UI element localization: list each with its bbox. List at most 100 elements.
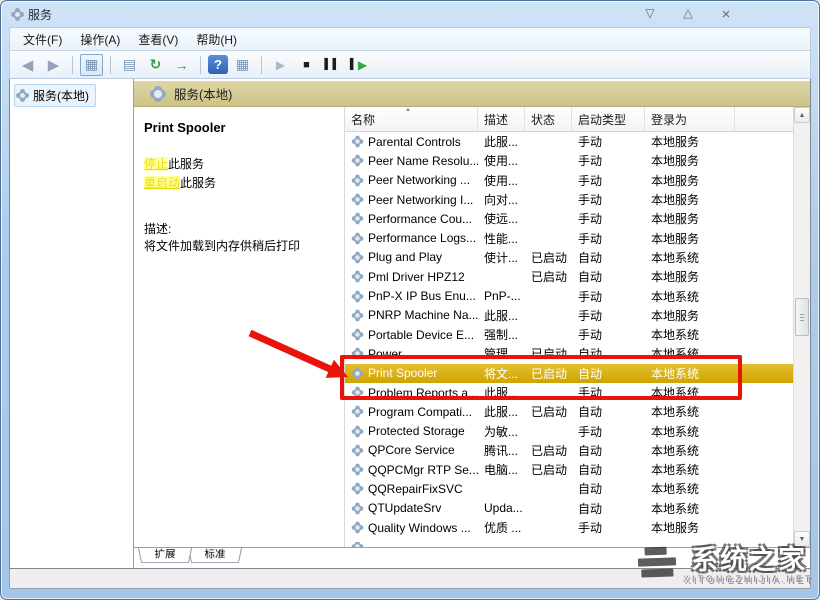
cell-logon: 本地服务 (645, 152, 735, 169)
cell-name: Performance Cou... (345, 212, 478, 226)
cell-desc: 性能... (478, 230, 525, 247)
cell-logon: 本地系统 (645, 288, 735, 305)
menu-action[interactable]: 操作(A) (71, 28, 129, 51)
table-row[interactable]: PnP-X IP Bus Enu...PnP-...手动本地系统 (345, 286, 793, 305)
table-row[interactable]: Performance Logs...性能...手动本地服务 (345, 228, 793, 247)
cell-desc: 强制... (478, 326, 525, 343)
cell-startup: 自动 (572, 345, 645, 362)
service-gear-icon (353, 427, 361, 435)
play-icon[interactable]: ▶ (269, 54, 292, 76)
table-row[interactable]: Portable Device E...强制...手动本地系统 (345, 325, 793, 344)
cell-desc: 此服... (478, 307, 525, 324)
table-row[interactable]: Peer Networking I...向对...手动本地服务 (345, 190, 793, 209)
maximize-button[interactable]: △ (677, 6, 699, 23)
scroll-up-icon[interactable]: ▲ (794, 107, 810, 123)
cell-desc: Upda... (478, 501, 525, 515)
table-row[interactable]: Parental Controls此服...手动本地服务 (345, 132, 793, 151)
forward-icon[interactable]: ▶ (42, 54, 65, 76)
list-header: 名称 ▲ 描述 状态 启动类型 登录为 (345, 107, 793, 132)
table-row[interactable]: Peer Name Resolu...使用...手动本地服务 (345, 151, 793, 170)
service-gear-icon (353, 524, 361, 532)
table-row[interactable]: QQPCMgr RTP Se...电脑...已启动自动本地系统 (345, 460, 793, 479)
cell-logon: 本地服务 (645, 230, 735, 247)
tab-extended[interactable]: 扩展 (138, 548, 192, 563)
table-row[interactable]: Peer Networking ...使用...手动本地服务 (345, 171, 793, 190)
description-text: 将文件加载到内存供稍后打印 (144, 238, 336, 255)
services-node-icon (18, 91, 27, 100)
cell-name: PNRP Machine Na... (345, 308, 478, 322)
service-gear-icon (353, 504, 361, 512)
table-row[interactable]: QTUpdateSrvUpda...自动本地系统 (345, 499, 793, 518)
cell-desc: 管理... (478, 345, 525, 362)
service-info-panel: Print Spooler 停止此服务 重启动此服务 描述: 将文件加载到内存供… (134, 107, 344, 547)
restart-icon[interactable]: ▌▶ (347, 54, 370, 76)
table-row[interactable]: Plug and Play使计...已启动自动本地系统 (345, 248, 793, 267)
cell-logon: 本地服务 (645, 268, 735, 285)
tree-item-services-local[interactable]: 服务(本地) (14, 84, 96, 107)
cell-startup: 自动 (572, 365, 645, 382)
services-rows: Parental Controls此服...手动本地服务Peer Name Re… (345, 132, 793, 547)
cell-logon: 本地系统 (645, 326, 735, 343)
cell-logon: 本地服务 (645, 191, 735, 208)
cell-name: QTUpdateSrv (345, 501, 478, 515)
cell-status: 已启动 (525, 268, 572, 285)
cell-startup: 手动 (572, 210, 645, 227)
table-row[interactable]: Program Compati...此服...已启动自动本地系统 (345, 402, 793, 421)
console-tree-panel: 服务(本地) (10, 79, 134, 568)
scrollbar-thumb[interactable] (795, 298, 809, 336)
toolbar-separator (110, 56, 111, 74)
close-button[interactable]: × (715, 6, 737, 23)
restart-service-link[interactable]: 重启动 (144, 176, 180, 190)
column-header-status[interactable]: 状态 (525, 107, 572, 131)
service-gear-icon (353, 234, 361, 242)
watermark: 系统之家 XITONGZHIJIA.NET (638, 538, 814, 585)
stop-service-link[interactable]: 停止 (144, 157, 168, 171)
menu-view[interactable]: 查看(V) (129, 28, 187, 51)
help-icon[interactable]: ? (208, 55, 228, 74)
column-header-description[interactable]: 描述 (478, 107, 525, 131)
service-gear-icon (353, 157, 361, 165)
cell-startup: 自动 (572, 442, 645, 459)
refresh-icon[interactable]: ↻ (144, 54, 167, 76)
column-header-startup-type[interactable]: 启动类型 (572, 107, 645, 131)
cell-startup: 自动 (572, 461, 645, 478)
column-header-name[interactable]: 名称 ▲ (345, 107, 478, 131)
services-app-icon (13, 10, 22, 19)
table-row[interactable]: Problem Reports a...此服...手动本地系统 (345, 383, 793, 402)
export-icon[interactable]: → (170, 54, 193, 76)
cell-name: Performance Logs... (345, 231, 478, 245)
stop-service-suffix: 此服务 (168, 157, 204, 171)
cell-startup: 自动 (572, 268, 645, 285)
table-row[interactable]: PNRP Machine Na...此服...手动本地服务 (345, 306, 793, 325)
cell-logon: 本地系统 (645, 480, 735, 497)
stop-icon[interactable]: ■ (295, 54, 318, 76)
list-scrollbar[interactable]: ▲ ▼ (793, 107, 810, 547)
restart-service-line: 重启动此服务 (144, 174, 336, 191)
cell-name: Power (345, 347, 478, 361)
cell-desc: 向对... (478, 191, 525, 208)
table-row[interactable]: Print Spooler将文...已启动自动本地系统 (345, 364, 793, 383)
tab-standard[interactable]: 标准 (188, 548, 242, 563)
media-window-icon[interactable]: ▦ (231, 54, 254, 76)
table-row[interactable]: Pml Driver HPZ12已启动自动本地服务 (345, 267, 793, 286)
services-banner: 服务(本地) (134, 81, 810, 107)
table-row[interactable]: Protected Storage为敏...手动本地系统 (345, 421, 793, 440)
menu-file[interactable]: 文件(F) (14, 28, 71, 51)
console-tree-icon[interactable]: ▦ (80, 54, 103, 76)
service-gear-icon (353, 369, 361, 377)
table-row[interactable]: QPCore Service腾讯...已启动自动本地系统 (345, 441, 793, 460)
column-header-logon-as[interactable]: 登录为 (645, 107, 735, 131)
back-icon[interactable]: ◀ (16, 54, 39, 76)
table-row[interactable]: Performance Cou...使远...手动本地服务 (345, 209, 793, 228)
menu-help[interactable]: 帮助(H) (187, 28, 246, 51)
table-row[interactable]: Power管理...已启动自动本地系统 (345, 344, 793, 363)
properties-icon[interactable]: ▤ (118, 54, 141, 76)
pause-icon[interactable]: ▌▌ (321, 54, 344, 76)
services-window: 服务 ▽ △ × 文件(F) 操作(A) 查看(V) 帮助(H) ◀▶▦▤↻→?… (0, 0, 820, 600)
table-row[interactable]: Quality Windows ...优质 ...手动本地服务 (345, 518, 793, 537)
titlebar[interactable]: 服务 ▽ △ × (9, 1, 811, 27)
cell-name: Problem Reports a... (345, 386, 478, 400)
scrollbar-track[interactable] (794, 123, 810, 531)
minimize-button[interactable]: ▽ (639, 6, 661, 23)
table-row[interactable]: QQRepairFixSVC自动本地系统 (345, 479, 793, 498)
